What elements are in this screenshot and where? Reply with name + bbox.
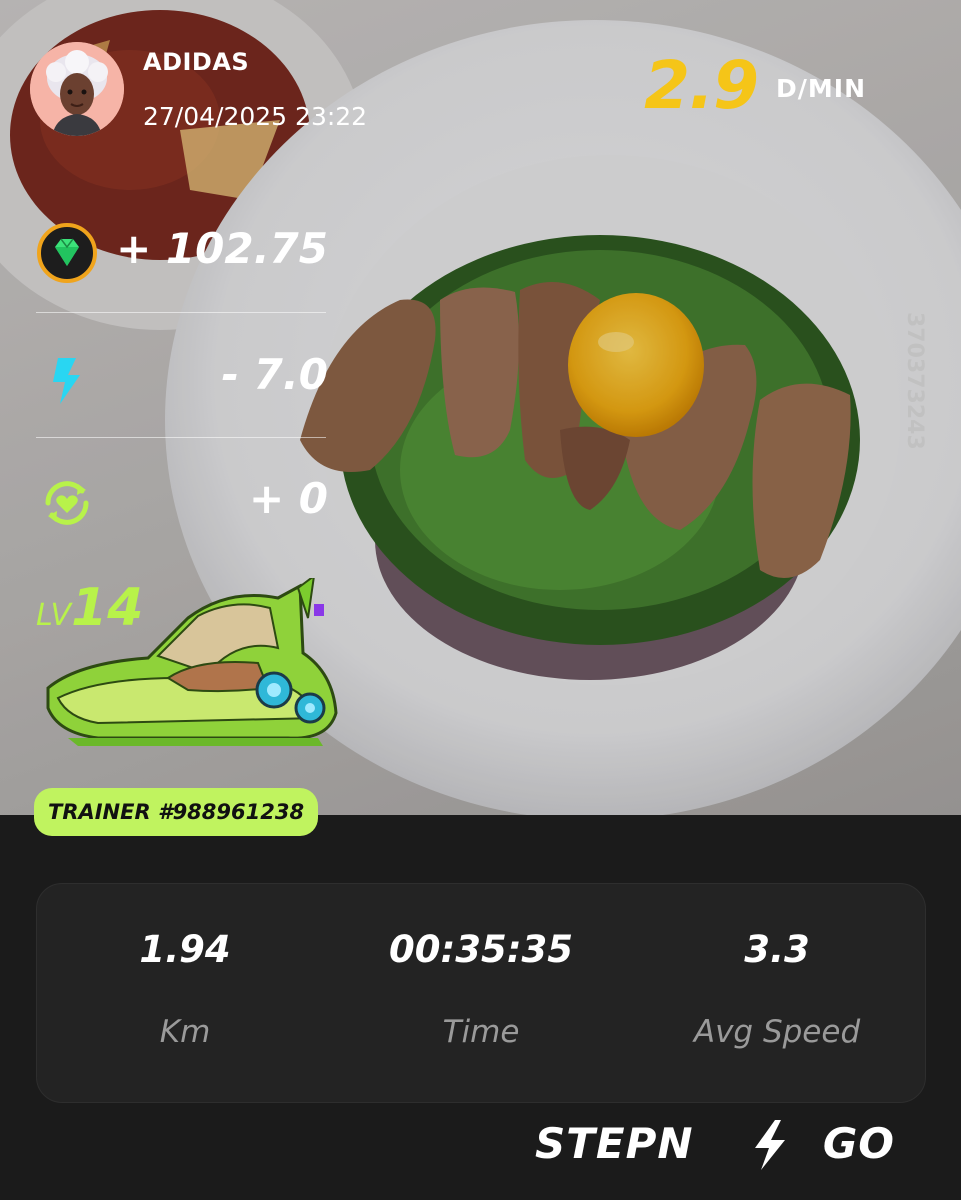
sneaker-image[interactable] (38, 573, 348, 753)
diamond-coin-icon (36, 222, 98, 284)
distance-metric: 1.94 Km (37, 884, 333, 1102)
health-value: + 0 (248, 474, 328, 523)
divider (36, 437, 326, 438)
lightning-bolt-icon (745, 1118, 793, 1172)
avg-speed-label: Avg Speed (693, 1014, 861, 1050)
distance-value: 1.94 (139, 928, 231, 971)
username: ADIDAS (143, 48, 250, 76)
energy-spent-row: - 7.0 (36, 342, 328, 412)
rate-value: 2.9 (644, 47, 759, 124)
gst-earned-row: + 102.75 (36, 216, 328, 286)
sneaker-illustration (46, 573, 338, 746)
avg-speed-value: 3.3 (744, 928, 810, 971)
time-metric: 00:35:35 Time (333, 884, 629, 1102)
distance-label: Km (159, 1014, 211, 1050)
trainer-id-badge: TRAINER #988961238 (34, 788, 319, 836)
rate-display: 2.9 D/MIN (593, 46, 913, 126)
avatar[interactable] (30, 42, 124, 136)
divider (36, 312, 326, 313)
energy-spent-value: - 7.0 (221, 350, 328, 399)
time-label: Time (442, 1014, 520, 1050)
health-row: + 0 (36, 466, 328, 536)
time-value: 00:35:35 (388, 928, 574, 971)
brand-right: GO (822, 1119, 895, 1168)
lightning-icon (36, 348, 98, 410)
rate-unit: D/MIN (776, 74, 866, 103)
activity-datetime: 27/04/2025 23:22 (143, 102, 368, 131)
avatar-image (30, 42, 124, 136)
activity-summary-card: 1.94 Km 00:35:35 Time 3.3 Avg Speed (36, 883, 926, 1103)
avg-speed-metric: 3.3 Avg Speed (629, 884, 925, 1102)
brand-left: STEPN (535, 1119, 694, 1168)
stepn-go-logo: STEPN GO (535, 1115, 895, 1175)
gst-earned-value: + 102.75 (116, 224, 328, 273)
heart-cycle-icon (36, 472, 98, 534)
